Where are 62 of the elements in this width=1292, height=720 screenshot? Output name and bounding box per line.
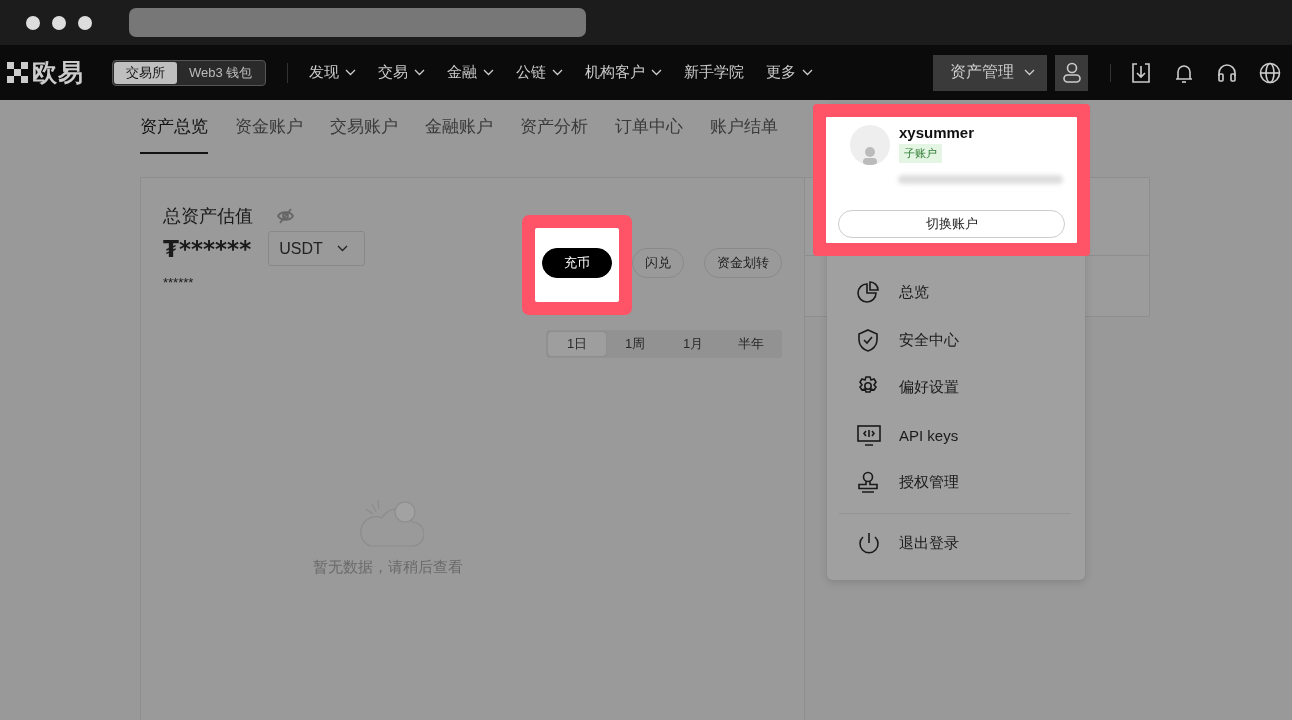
account-tab[interactable]: 订单中心 — [615, 100, 683, 154]
nav-menu-item[interactable]: 公链 — [516, 63, 564, 82]
power-icon — [857, 531, 881, 555]
chevron-down-icon — [1024, 69, 1035, 76]
stamp-icon — [857, 471, 881, 495]
nav-menu-item[interactable]: 机构客户 — [585, 63, 663, 82]
window-control-icon[interactable] — [52, 15, 66, 30]
logout-menu-item[interactable]: 退出登录 — [857, 519, 1085, 567]
username: xysummer — [899, 124, 975, 141]
chevron-down-icon — [483, 69, 495, 76]
account-tab[interactable]: 金融账户 — [425, 100, 493, 154]
brand-name: 欧易 — [32, 57, 84, 88]
card-title: 总资产估值 — [163, 205, 253, 228]
nav-menu-item[interactable]: 金融 — [447, 63, 495, 82]
account-tab[interactable]: 资产分析 — [520, 100, 588, 154]
mode-tab[interactable]: Web3 钱包 — [177, 61, 265, 84]
mode-tab[interactable]: 交易所 — [114, 61, 177, 84]
window-control-icon[interactable] — [26, 15, 40, 30]
code-monitor-icon — [857, 423, 881, 447]
sub-balance: ****** — [163, 275, 195, 290]
menu-item[interactable]: 偏好设置 — [857, 364, 1085, 412]
action-button[interactable]: 充币 — [542, 248, 612, 278]
globe-icon — [1259, 61, 1281, 84]
avatar-icon — [862, 147, 878, 165]
asset-management-button[interactable]: 资产管理 — [933, 54, 1047, 91]
account-type-badge: 子账户 — [899, 144, 942, 163]
eye-slash-icon — [277, 208, 294, 224]
currency-select[interactable]: USDT — [268, 231, 365, 266]
globe-button[interactable] — [1258, 60, 1282, 85]
nav-menu-item[interactable]: 发现 — [309, 63, 357, 82]
download-button[interactable] — [1129, 60, 1153, 85]
time-range-tab[interactable]: 1周 — [606, 332, 664, 356]
chevron-down-icon — [345, 69, 357, 76]
chevron-down-icon — [414, 69, 426, 76]
menu-item[interactable]: 安全中心 — [857, 316, 1085, 364]
chevron-down-icon — [552, 69, 564, 76]
time-range-tab[interactable]: 半年 — [722, 332, 780, 356]
nav-menu-item[interactable]: 交易 — [378, 63, 426, 82]
account-tab[interactable]: 交易账户 — [330, 100, 398, 154]
user-icon — [1061, 61, 1082, 84]
nav-menu-item[interactable]: 新手学院 — [684, 63, 745, 82]
chevron-down-icon — [336, 245, 348, 252]
account-tab[interactable]: 资产总览 — [140, 100, 208, 154]
pie-chart-icon — [857, 281, 881, 305]
time-range-tab[interactable]: 1月 — [664, 332, 722, 356]
chevron-down-icon — [802, 69, 814, 76]
menu-item[interactable]: API keys — [857, 411, 1085, 459]
download-icon — [1130, 61, 1152, 84]
chevron-down-icon — [651, 69, 663, 76]
menu-item[interactable]: 总览 — [857, 269, 1085, 317]
logo-icon — [7, 62, 28, 83]
user-button[interactable] — [1055, 54, 1088, 91]
menu-item[interactable]: 授权管理 — [857, 459, 1085, 507]
account-tab[interactable]: 账户结单 — [710, 100, 778, 154]
switch-account-button[interactable]: 切换账户 — [838, 210, 1065, 238]
headset-icon — [1216, 61, 1238, 84]
nav-menu-item[interactable]: 更多 — [766, 63, 814, 82]
window-control-icon[interactable] — [78, 15, 92, 30]
shield-check-icon — [857, 328, 881, 352]
balance-amount: ₮****** — [163, 235, 252, 262]
account-tab[interactable]: 资金账户 — [235, 100, 303, 154]
time-range-tab[interactable]: 1日 — [548, 332, 606, 356]
